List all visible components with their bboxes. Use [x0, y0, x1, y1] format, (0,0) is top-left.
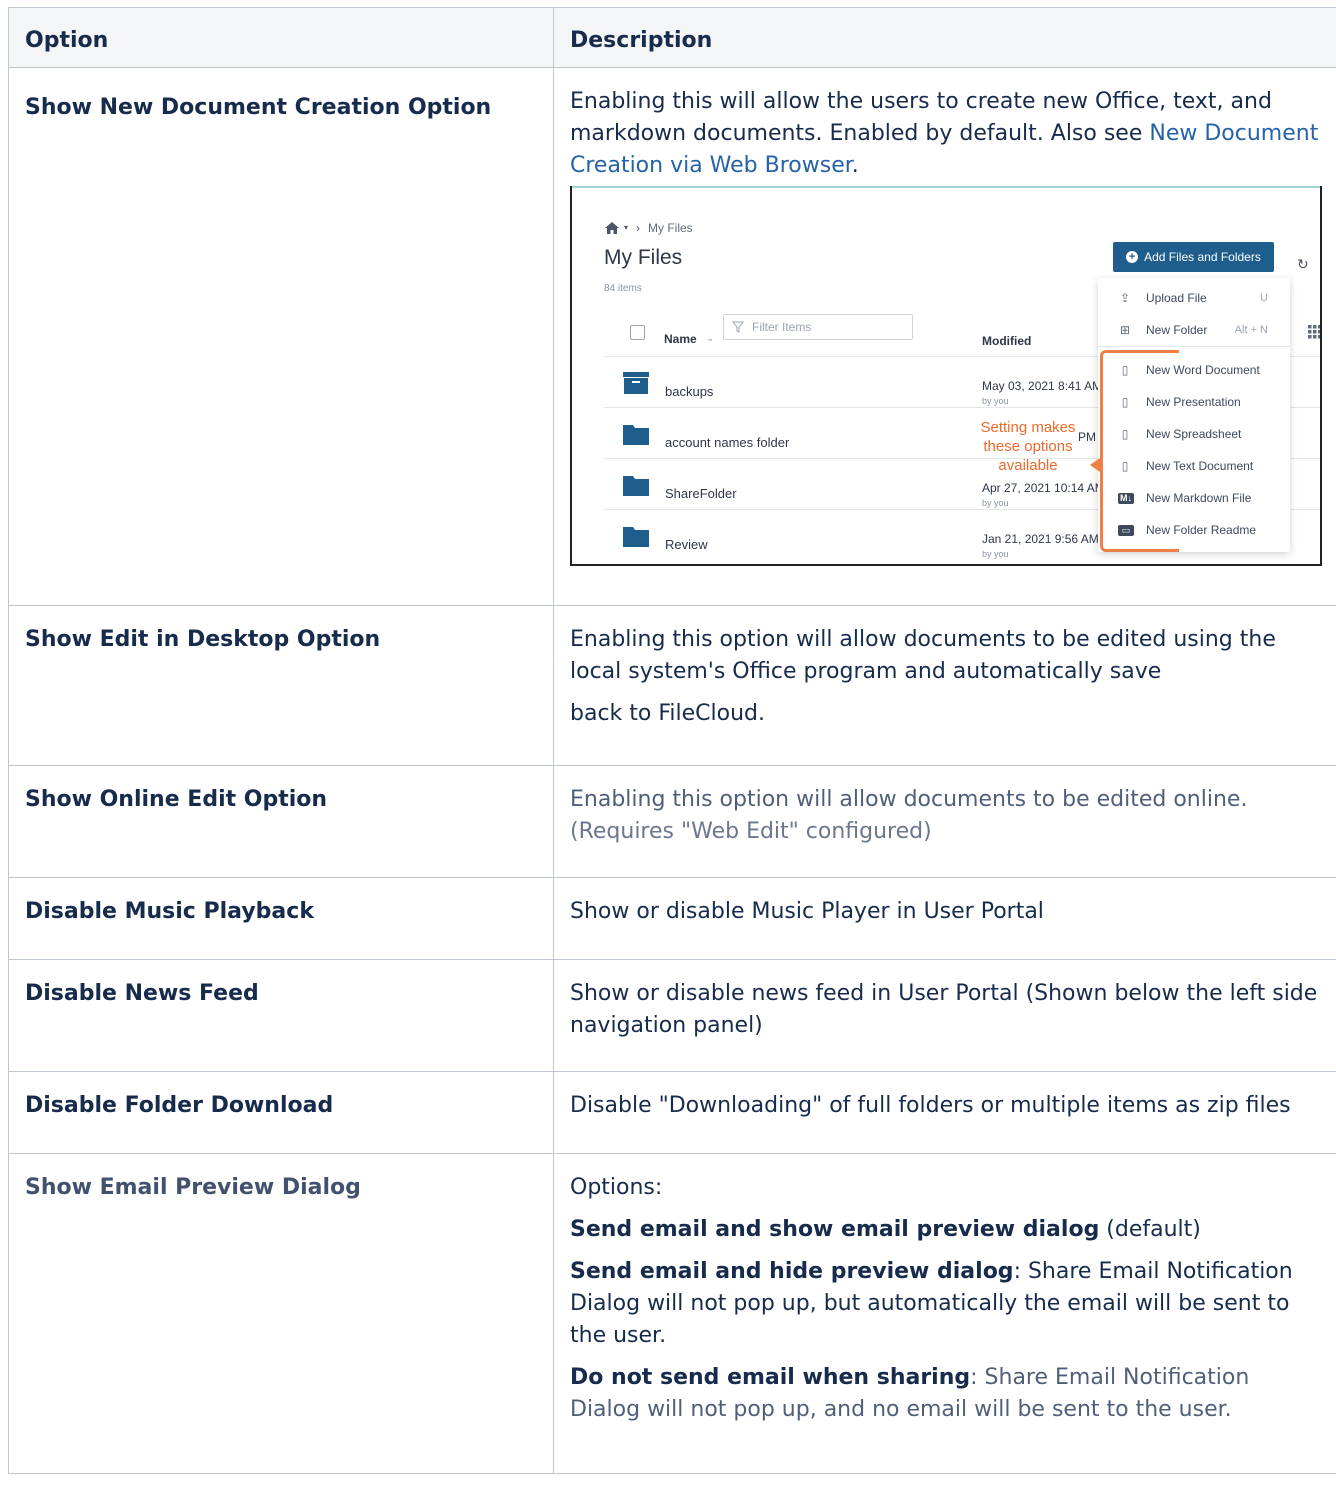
description-text: Show or disable news feed in User Portal… — [570, 981, 1318, 1038]
menu-item-shortcut: U — [1260, 292, 1268, 304]
table-row: Disable Folder Download Disable "Downloa… — [8, 1071, 1336, 1154]
choice-title: Send email and show email preview dialog — [570, 1217, 1100, 1242]
chevron-right-icon: › — [636, 221, 641, 235]
option-description: Enabling this option will allow document… — [553, 605, 1336, 766]
option-column-header: Option — [8, 7, 554, 68]
select-all-checkbox[interactable] — [630, 325, 645, 340]
refresh-icon[interactable]: ↻ — [1297, 248, 1309, 280]
option-label: Disable Folder Download — [25, 1093, 334, 1118]
folder-icon — [623, 422, 649, 454]
description-text: Enabling this option will allow document… — [570, 787, 1248, 812]
options-table: Option Description Show New Document Cre… — [8, 7, 1336, 1474]
description-text-end: . — [851, 153, 859, 178]
option-label: Show Edit in Desktop Option — [25, 627, 381, 652]
option-label: Show New Document Creation Option — [25, 95, 492, 120]
table-row: Show Edit in Desktop Option Enabling thi… — [8, 605, 1336, 766]
filter-input[interactable]: Filter Items — [723, 314, 913, 340]
file-modified-by: by you — [982, 549, 1009, 559]
menu-item-upload-file[interactable]: ⇪ Upload File U — [1098, 282, 1290, 314]
grid-view-icon[interactable] — [1308, 316, 1320, 348]
description-text: Disable "Downloading" of full folders or… — [570, 1093, 1291, 1118]
callout-text: Setting makes these options available — [962, 418, 1094, 475]
breadcrumb: ▾ › My Files — [604, 212, 693, 244]
file-name: Review — [665, 537, 708, 552]
option-name: Show New Document Creation Option — [8, 67, 554, 606]
option-name: Show Edit in Desktop Option — [8, 605, 554, 766]
modified-column-header[interactable]: Modified — [982, 325, 1031, 357]
item-count: 84 items — [604, 283, 642, 294]
filter-placeholder: Filter Items — [752, 320, 812, 334]
table-header-row: Option Description — [8, 7, 1336, 68]
page-title: My Files — [604, 246, 683, 269]
description-intro: Options: — [570, 1175, 663, 1200]
menu-item-label: New Folder — [1146, 323, 1208, 337]
table-row: Show Online Edit Option Enabling this op… — [8, 765, 1336, 878]
menu-item-label: Upload File — [1146, 291, 1207, 305]
add-button-label: Add Files and Folders — [1144, 250, 1261, 264]
callout-bracket — [1100, 350, 1179, 552]
option-name: Show Online Edit Option — [8, 765, 554, 878]
callout-line: Setting makes — [980, 419, 1076, 436]
option-label: Show Email Preview Dialog — [25, 1175, 361, 1200]
name-column-header[interactable]: Name — [664, 323, 697, 355]
add-files-and-folders-button[interactable]: + Add Files and Folders — [1113, 242, 1274, 272]
file-name: backups — [665, 384, 714, 399]
chevron-down-icon: ▾ — [624, 223, 629, 232]
home-icon — [605, 222, 619, 234]
option-name: Disable Music Playback — [8, 877, 554, 960]
choice-title: Do not send email when sharing — [570, 1365, 971, 1390]
folder-icon — [623, 473, 649, 505]
option-description: Options: Send email and show email previ… — [553, 1153, 1336, 1474]
upload-icon: ⇪ — [1119, 291, 1131, 305]
menu-item-shortcut: Alt + N — [1234, 324, 1268, 336]
description-text: Enabling this option will allow document… — [570, 627, 1276, 684]
new-document-menu-screenshot: ▾ › My Files My Files 84 items + Add Fil… — [570, 186, 1322, 566]
choice-text: (default) — [1099, 1217, 1201, 1242]
option-description: Show or disable news feed in User Portal… — [553, 959, 1336, 1072]
menu-divider — [1098, 346, 1290, 347]
folder-icon — [623, 524, 649, 556]
option-name: Disable Folder Download — [8, 1071, 554, 1154]
callout-line: these options — [983, 438, 1073, 455]
archive-folder-icon — [623, 371, 649, 403]
table-row: Show New Document Creation Option Enabli… — [8, 67, 1336, 606]
option-name: Show Email Preview Dialog — [8, 1153, 554, 1474]
option-description: Enabling this will allow the users to cr… — [553, 67, 1336, 606]
table-row: Disable News Feed Show or disable news f… — [8, 959, 1336, 1072]
description-text: back to FileCloud. — [570, 701, 766, 726]
option-description: Enabling this option will allow document… — [553, 765, 1336, 878]
option-name: Disable News Feed — [8, 959, 554, 1072]
new-folder-icon: ⊞ — [1119, 323, 1131, 337]
option-label: Disable News Feed — [25, 981, 259, 1006]
callout-line: available — [998, 457, 1058, 474]
sort-chevron-icon[interactable]: ⌄ — [706, 323, 714, 355]
email-option-choice: Send email and show email preview dialog… — [570, 1204, 1320, 1246]
description-note: (Requires "Web Edit" configured) — [570, 819, 932, 844]
option-description: Disable "Downloading" of full folders or… — [553, 1071, 1336, 1154]
file-name: account names folder — [665, 435, 790, 450]
description-column-header: Description — [553, 7, 1336, 68]
breadcrumb-current: My Files — [648, 221, 693, 235]
option-description: Show or disable Music Player in User Por… — [553, 877, 1336, 960]
screenshot-top-border — [572, 186, 1320, 188]
menu-item-new-folder[interactable]: ⊞ New Folder Alt + N — [1098, 314, 1290, 346]
choice-title: Send email and hide preview dialog — [570, 1259, 1014, 1284]
email-option-choice: Do not send email when sharing: Share Em… — [570, 1352, 1320, 1426]
description-text: Show or disable Music Player in User Por… — [570, 899, 1044, 924]
option-label: Disable Music Playback — [25, 899, 314, 924]
filter-icon — [732, 321, 744, 333]
table-row: Disable Music Playback Show or disable M… — [8, 877, 1336, 960]
file-name: ShareFolder — [665, 486, 737, 501]
option-label: Show Online Edit Option — [25, 787, 328, 812]
plus-circle-icon: + — [1126, 251, 1139, 263]
email-option-choice: Send email and hide preview dialog: Shar… — [570, 1246, 1320, 1352]
table-row: Show Email Preview Dialog Options: Send … — [8, 1153, 1336, 1474]
